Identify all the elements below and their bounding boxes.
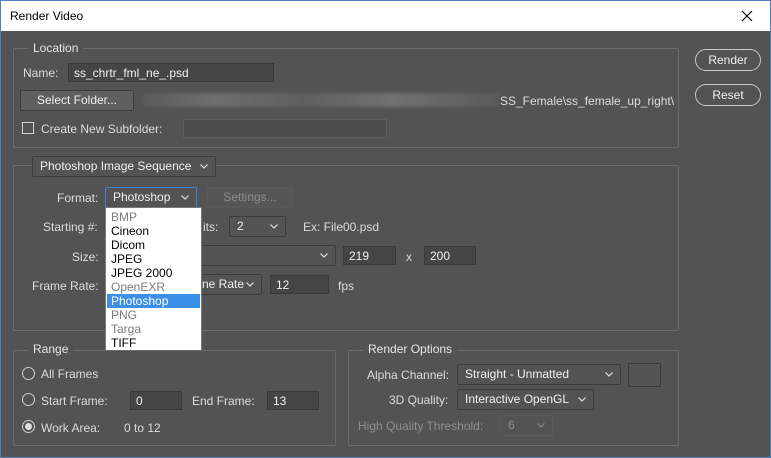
hq-threshold-value: 6	[508, 418, 515, 432]
chevron-down-icon	[605, 372, 613, 377]
range-legend: Range	[28, 342, 74, 356]
title-bar: Render Video	[0, 0, 771, 31]
frame-rate-select[interactable]: ne Rate	[199, 274, 262, 295]
fps-input[interactable]: 12	[270, 275, 329, 294]
digits-label: its:	[203, 220, 219, 234]
window-title: Render Video	[10, 9, 84, 23]
format-label: Format:	[57, 191, 99, 205]
settings-button[interactable]: Settings...	[207, 187, 293, 208]
size-label: Size:	[72, 250, 99, 264]
digits-value: 2	[237, 219, 244, 233]
work-area-label: Work Area:	[41, 421, 101, 435]
chevron-down-icon	[246, 282, 254, 287]
fps-label: fps	[338, 279, 355, 293]
close-button[interactable]	[724, 1, 770, 31]
size-x-label: x	[406, 250, 412, 264]
close-icon	[741, 10, 753, 22]
format-select[interactable]: Photoshop	[105, 187, 197, 208]
sequence-type-select[interactable]: Photoshop Image Sequence	[32, 156, 216, 177]
chevron-down-icon	[537, 423, 545, 428]
create-subfolder-checkbox[interactable]	[22, 122, 34, 134]
render-options-legend: Render Options	[363, 342, 458, 356]
height-input[interactable]: 200	[424, 246, 476, 265]
alpha-channel-label: Alpha Channel:	[367, 368, 450, 382]
format-option-jpeg-2000[interactable]: JPEG 2000	[107, 266, 200, 280]
format-option-bmp[interactable]: BMP	[107, 210, 200, 224]
3d-quality-select[interactable]: Interactive OpenGL	[457, 389, 594, 410]
starting-number-label: Starting #:	[43, 220, 98, 234]
format-option-openexr[interactable]: OpenEXR	[107, 280, 200, 294]
alpha-channel-value: Straight - Unmatted	[465, 367, 570, 381]
all-frames-label: All Frames	[41, 367, 99, 381]
all-frames-radio[interactable]	[22, 367, 35, 380]
end-frame-input[interactable]: 13	[267, 391, 319, 410]
3d-quality-label: 3D Quality:	[389, 393, 449, 407]
format-option-cineon[interactable]: Cineon	[107, 224, 200, 238]
digits-select[interactable]: 2	[229, 216, 286, 237]
example-filename: Ex: File00.psd	[303, 220, 380, 234]
format-option-tiff[interactable]: TIFF	[107, 336, 200, 350]
work-area-radio[interactable]	[22, 420, 35, 433]
size-select[interactable]	[199, 245, 336, 266]
reset-button[interactable]: Reset	[695, 84, 761, 106]
matte-color-swatch[interactable]	[628, 363, 661, 387]
format-option-jpeg[interactable]: JPEG	[107, 252, 200, 266]
chevron-down-icon	[200, 164, 208, 169]
location-legend: Location	[28, 41, 84, 55]
sequence-type-value: Photoshop Image Sequence	[40, 159, 192, 173]
chevron-down-icon	[181, 195, 189, 200]
3d-quality-value: Interactive OpenGL	[465, 392, 570, 406]
chevron-down-icon	[578, 397, 586, 402]
name-label: Name:	[23, 66, 59, 80]
format-option-png[interactable]: PNG	[107, 308, 200, 322]
frame-rate-label: Frame Rate:	[32, 279, 99, 293]
frame-rate-select-value: ne Rate	[202, 277, 245, 291]
format-option-dicom[interactable]: Dicom	[107, 238, 200, 252]
start-frame-radio[interactable]	[22, 393, 35, 406]
width-input[interactable]: 219	[343, 246, 396, 265]
create-subfolder-label: Create New Subfolder:	[41, 122, 163, 136]
folder-path-redacted	[143, 93, 499, 107]
chevron-down-icon	[270, 224, 278, 229]
format-option-targa[interactable]: Targa	[107, 322, 200, 336]
subfolder-input[interactable]	[183, 119, 387, 138]
render-button[interactable]: Render	[695, 49, 761, 71]
chevron-down-icon	[320, 253, 328, 258]
folder-path: SS_Female\ss_female_up_right\	[500, 94, 675, 108]
select-folder-button[interactable]: Select Folder...	[20, 90, 134, 111]
window-border	[0, 31, 1, 458]
work-area-value: 0 to 12	[124, 421, 161, 435]
name-input[interactable]: ss_chrtr_fml_ne_.psd	[68, 63, 274, 82]
start-frame-input[interactable]: 0	[130, 391, 182, 410]
format-value: Photoshop	[113, 190, 171, 204]
format-option-photoshop[interactable]: Photoshop	[107, 294, 200, 308]
alpha-channel-select[interactable]: Straight - Unmatted	[457, 364, 621, 385]
hq-threshold-label: High Quality Threshold:	[358, 419, 484, 433]
start-frame-label: Start Frame:	[41, 394, 108, 408]
format-dropdown-list: BMP Cineon Dicom JPEG JPEG 2000 OpenEXR …	[105, 207, 202, 351]
end-frame-label: End Frame:	[192, 394, 255, 408]
hq-threshold-select[interactable]: 6	[500, 415, 553, 436]
